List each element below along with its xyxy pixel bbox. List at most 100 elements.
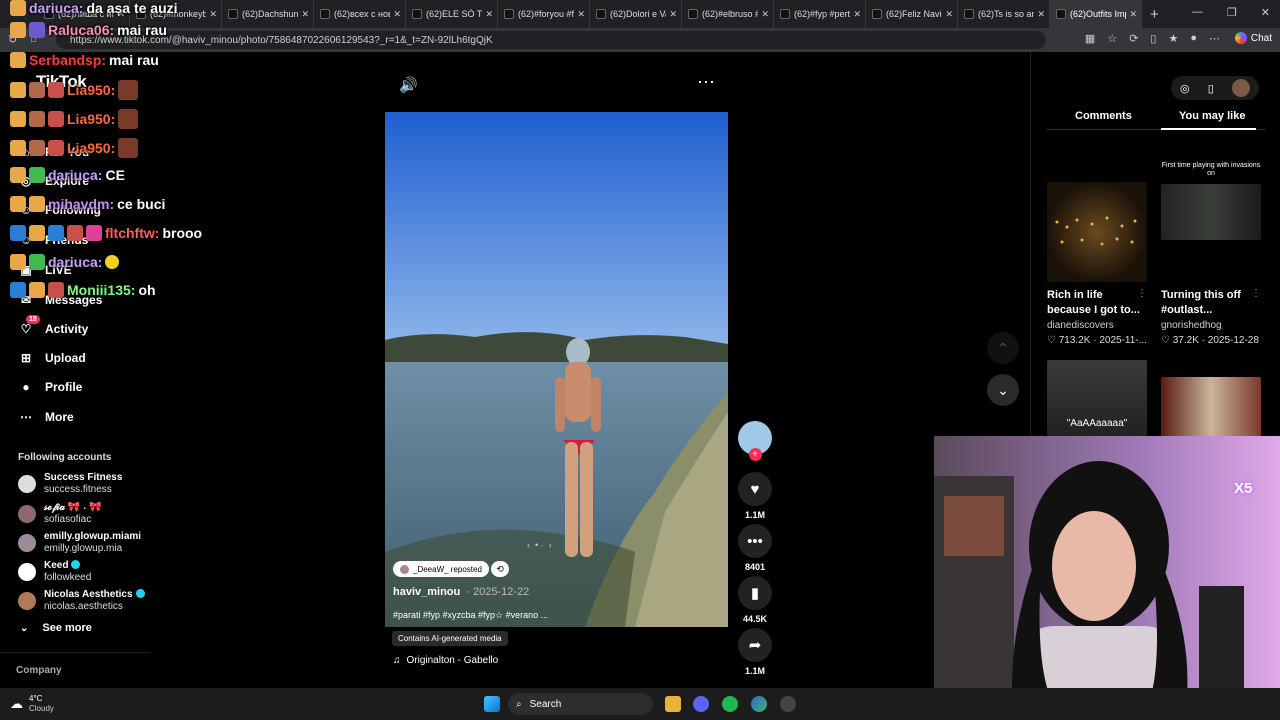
close-tab-icon[interactable]: ✕	[761, 9, 769, 20]
browser-tab[interactable]: (62)#fyp #perte ✕	[774, 0, 866, 28]
chat-badge-icon	[10, 52, 26, 68]
favorite-star-icon[interactable]: ☆	[1107, 32, 1117, 45]
apps-icon[interactable]: ▦	[1085, 32, 1095, 45]
chat-username: Serbandsp:	[29, 52, 107, 68]
phone-icon[interactable]: ▯	[1208, 82, 1214, 95]
browser-tab[interactable]: (62)всех с новы✕	[314, 0, 406, 28]
chat-badge-icon	[10, 254, 26, 270]
post-author[interactable]: haviv_minou	[393, 586, 460, 598]
card-menu-icon[interactable]: ⋮	[1137, 288, 1147, 299]
chat-badge-icon	[29, 111, 45, 127]
chat-badge-icon	[48, 282, 64, 298]
user-avatar[interactable]	[1231, 79, 1250, 97]
weather-widget[interactable]: ☁ 4°C Cloudy	[10, 694, 54, 714]
tab-you-may-like[interactable]: You may like	[1179, 110, 1245, 122]
following-account[interactable]: Keed followkeed	[18, 560, 91, 584]
favorites-icon[interactable]: ★	[1168, 32, 1178, 45]
spotify-icon[interactable]	[722, 696, 738, 712]
browser-tab[interactable]: (62)#foryou #fy ✕	[498, 0, 590, 28]
chat-message: dariuca: da așa te auzi	[10, 0, 178, 16]
close-tab-icon[interactable]: ✕	[945, 9, 953, 20]
notification-badge: 18	[26, 315, 40, 324]
sidebar-item-profile[interactable]: ● Profile	[18, 379, 82, 395]
app-icon[interactable]	[780, 696, 796, 712]
close-tab-icon[interactable]: ✕	[577, 9, 585, 20]
copilot-chat-button[interactable]: Chat	[1234, 32, 1272, 44]
browser-tab[interactable]: (62)Feliz Navid ✕	[866, 0, 958, 28]
chat-text: oh	[138, 282, 156, 298]
close-window-button[interactable]: ✕	[1261, 6, 1270, 19]
following-account[interactable]: Nicolas Aesthetics nicolas.aesthetics	[18, 589, 145, 613]
comment-button[interactable]: ••• 8401	[738, 524, 772, 572]
see-more-button[interactable]: ⌄ See more	[20, 622, 92, 634]
browser-tab[interactable]: (62)Dolori e Val ✕	[590, 0, 682, 28]
cloud-icon: ☁	[10, 696, 23, 711]
repost-chip[interactable]: _DeeaW_ reposted	[393, 561, 489, 577]
chat-message: Serbandsp: mai rau	[10, 52, 159, 68]
post-photo[interactable]: _DeeaW_ reposted ⟲ ‹ • · › haviv_minou ·…	[385, 112, 728, 627]
edge-icon[interactable]	[751, 696, 767, 712]
sidebar-item-more[interactable]: ⋯ More	[18, 409, 74, 425]
following-account[interactable]: 𝓈ℴ𝒻𝒾𝒶 🎀 ˖ 🎀 sofiasofiac	[18, 502, 102, 526]
next-post-button[interactable]: ⌄	[987, 374, 1019, 406]
taskbar-search[interactable]: ⌕ Search	[508, 693, 653, 715]
close-tab-icon[interactable]: ✕	[485, 9, 493, 20]
repost-icon[interactable]: ⟲	[491, 561, 509, 577]
browser-tab[interactable]: (62)#elbruso # ✕	[682, 0, 774, 28]
save-button[interactable]: ▮ 44.5K	[738, 576, 772, 624]
close-tab-icon[interactable]: ✕	[853, 9, 861, 20]
close-tab-icon[interactable]: ✕	[669, 9, 677, 20]
like-button[interactable]: ♥ 1.1M	[738, 472, 772, 520]
chat-badge-icon	[29, 22, 45, 38]
browser-tab[interactable]: (62)ELE SÓ TINI✕	[406, 0, 498, 28]
following-account[interactable]: Success Fitness success.fitness	[18, 472, 122, 496]
recommended-card[interactable]: First time playing with invasions on Tur…	[1161, 162, 1261, 346]
maximize-button[interactable]: ❐	[1227, 6, 1237, 19]
browser-tab[interactable]: (62)Ts is so ann✕	[958, 0, 1050, 28]
compass-icon[interactable]: ◎	[1180, 82, 1190, 95]
windows-start-icon[interactable]	[484, 696, 500, 712]
minimize-button[interactable]: —	[1192, 6, 1203, 19]
profile-avatar-icon[interactable]: ●	[1190, 32, 1197, 45]
tab-title: (62)всех с новы	[334, 9, 390, 19]
following-account[interactable]: emilly.glowup.miami emilly.glowup.mia	[18, 531, 141, 555]
card-thumbnail: "AaAAaaaaa"	[1047, 360, 1147, 436]
close-tab-icon[interactable]: ✕	[393, 9, 401, 20]
tab-comments[interactable]: Comments	[1075, 110, 1132, 122]
more-options-icon[interactable]: ⋯	[697, 72, 715, 93]
chat-message: Lia950:	[10, 138, 139, 158]
share-button[interactable]: ➦ 1.1M	[738, 628, 772, 676]
discord-icon[interactable]	[693, 696, 709, 712]
recommended-card[interactable]: "AaAAaaaaa"	[1047, 360, 1147, 436]
sidebar-item-label: Activity	[45, 322, 89, 336]
extensions-icon[interactable]: ⟳	[1129, 32, 1138, 45]
tab-title: (62)Feliz Navid	[886, 9, 943, 19]
menu-dots-icon[interactable]: ⋯	[1209, 32, 1220, 45]
recommended-card[interactable]	[1161, 377, 1261, 437]
sidebar-item-activity[interactable]: ♡ 18 Activity	[18, 315, 89, 337]
author-avatar-button[interactable]: +	[738, 421, 772, 461]
close-tab-icon[interactable]: ✕	[301, 9, 309, 20]
volume-icon[interactable]: 🔊	[399, 76, 418, 94]
company-link[interactable]: Company	[16, 665, 62, 676]
follow-plus-icon[interactable]: +	[748, 448, 762, 461]
close-tab-icon[interactable]: ✕	[1129, 9, 1137, 20]
file-explorer-icon[interactable]	[665, 696, 681, 712]
card-thumbnail	[1047, 182, 1147, 282]
chat-badge-icon	[48, 82, 64, 98]
recommended-card[interactable]: Rich in life because I got to... dianedi…	[1047, 182, 1147, 346]
browser-tab[interactable]: (62)Outfits Imp ✕	[1050, 0, 1142, 28]
close-tab-icon[interactable]: ✕	[1037, 9, 1045, 20]
chat-badge-icon	[10, 282, 26, 298]
chat-badge-icon	[48, 111, 64, 127]
avatar	[18, 534, 36, 552]
carousel-dots[interactable]: ‹ • · ›	[527, 540, 552, 550]
previous-post-button[interactable]: ⌃	[987, 332, 1019, 364]
new-tab-button[interactable]: +	[1150, 6, 1159, 23]
split-screen-icon[interactable]: ▯	[1150, 32, 1156, 45]
avatar	[18, 563, 36, 581]
card-menu-icon[interactable]: ⋮	[1251, 288, 1261, 299]
sidebar-item-upload[interactable]: ⊞ Upload	[18, 350, 86, 366]
post-caption[interactable]: #parati #fyp #xyzcba #fyp☆ #verano ...	[393, 610, 548, 621]
music-line[interactable]: ♫ Originalton - Gabello	[393, 655, 498, 666]
